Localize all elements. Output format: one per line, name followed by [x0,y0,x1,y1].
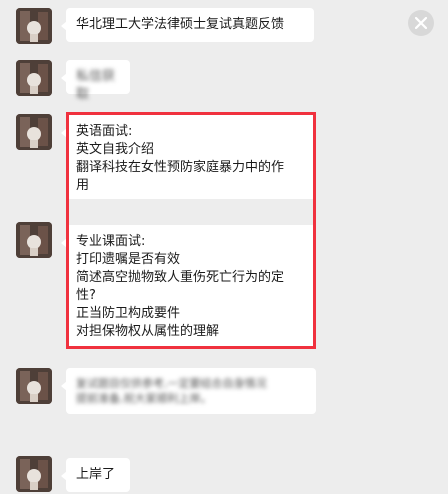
message-text: 华北理工大学法律硕士复试真题反馈 [76,17,285,32]
major-heading: 专业课面试: [76,234,146,249]
message-text: 提前准备,祝大家顺利上岸。 [76,392,212,405]
message-bubble[interactable]: 华北理工大学法律硕士复试真题反馈 [61,8,314,42]
message-text: 复试题目仅供参考,一定要结合自身情况 [76,377,267,390]
major-line: 正当防卫构成要件 [76,306,181,321]
major-line: 对担保物权从属性的理解 [76,324,220,339]
message-text: 上岸了 [76,467,116,482]
message-bubble[interactable]: 复试题目仅供参考,一定要结合自身情况 提前准备,祝大家顺利上岸。 [61,368,316,414]
close-icon [415,17,427,29]
avatar[interactable] [16,368,52,404]
message-bubble[interactable]: 私信获取 [61,60,130,102]
english-line: 用 [76,178,90,193]
major-line: 性? [76,288,96,303]
avatar[interactable] [16,222,52,258]
message-bubble[interactable]: 专业课面试: 打印遗嘱是否有效 简述高空抛物致人重伤死亡行为的定 性? 正当防卫… [61,225,316,347]
english-heading: 英语面试: [76,124,133,139]
avatar[interactable] [16,114,52,150]
avatar[interactable] [16,60,52,96]
major-line: 简述高空抛物致人重伤死亡行为的定 [76,270,285,285]
major-line: 打印遗嘱是否有效 [76,252,181,267]
message-bubble[interactable]: 上岸了 [61,458,130,492]
close-button[interactable] [408,10,434,36]
message-bubble[interactable]: 英语面试: 英文自我介绍 翻译科技在女性预防家庭暴力中的作 用 [61,115,316,199]
english-line: 翻译科技在女性预防家庭暴力中的作 [76,160,285,175]
message-text: 私信获取 [76,69,116,102]
avatar[interactable] [16,456,52,492]
english-line: 英文自我介绍 [76,142,155,157]
avatar[interactable] [16,8,52,44]
